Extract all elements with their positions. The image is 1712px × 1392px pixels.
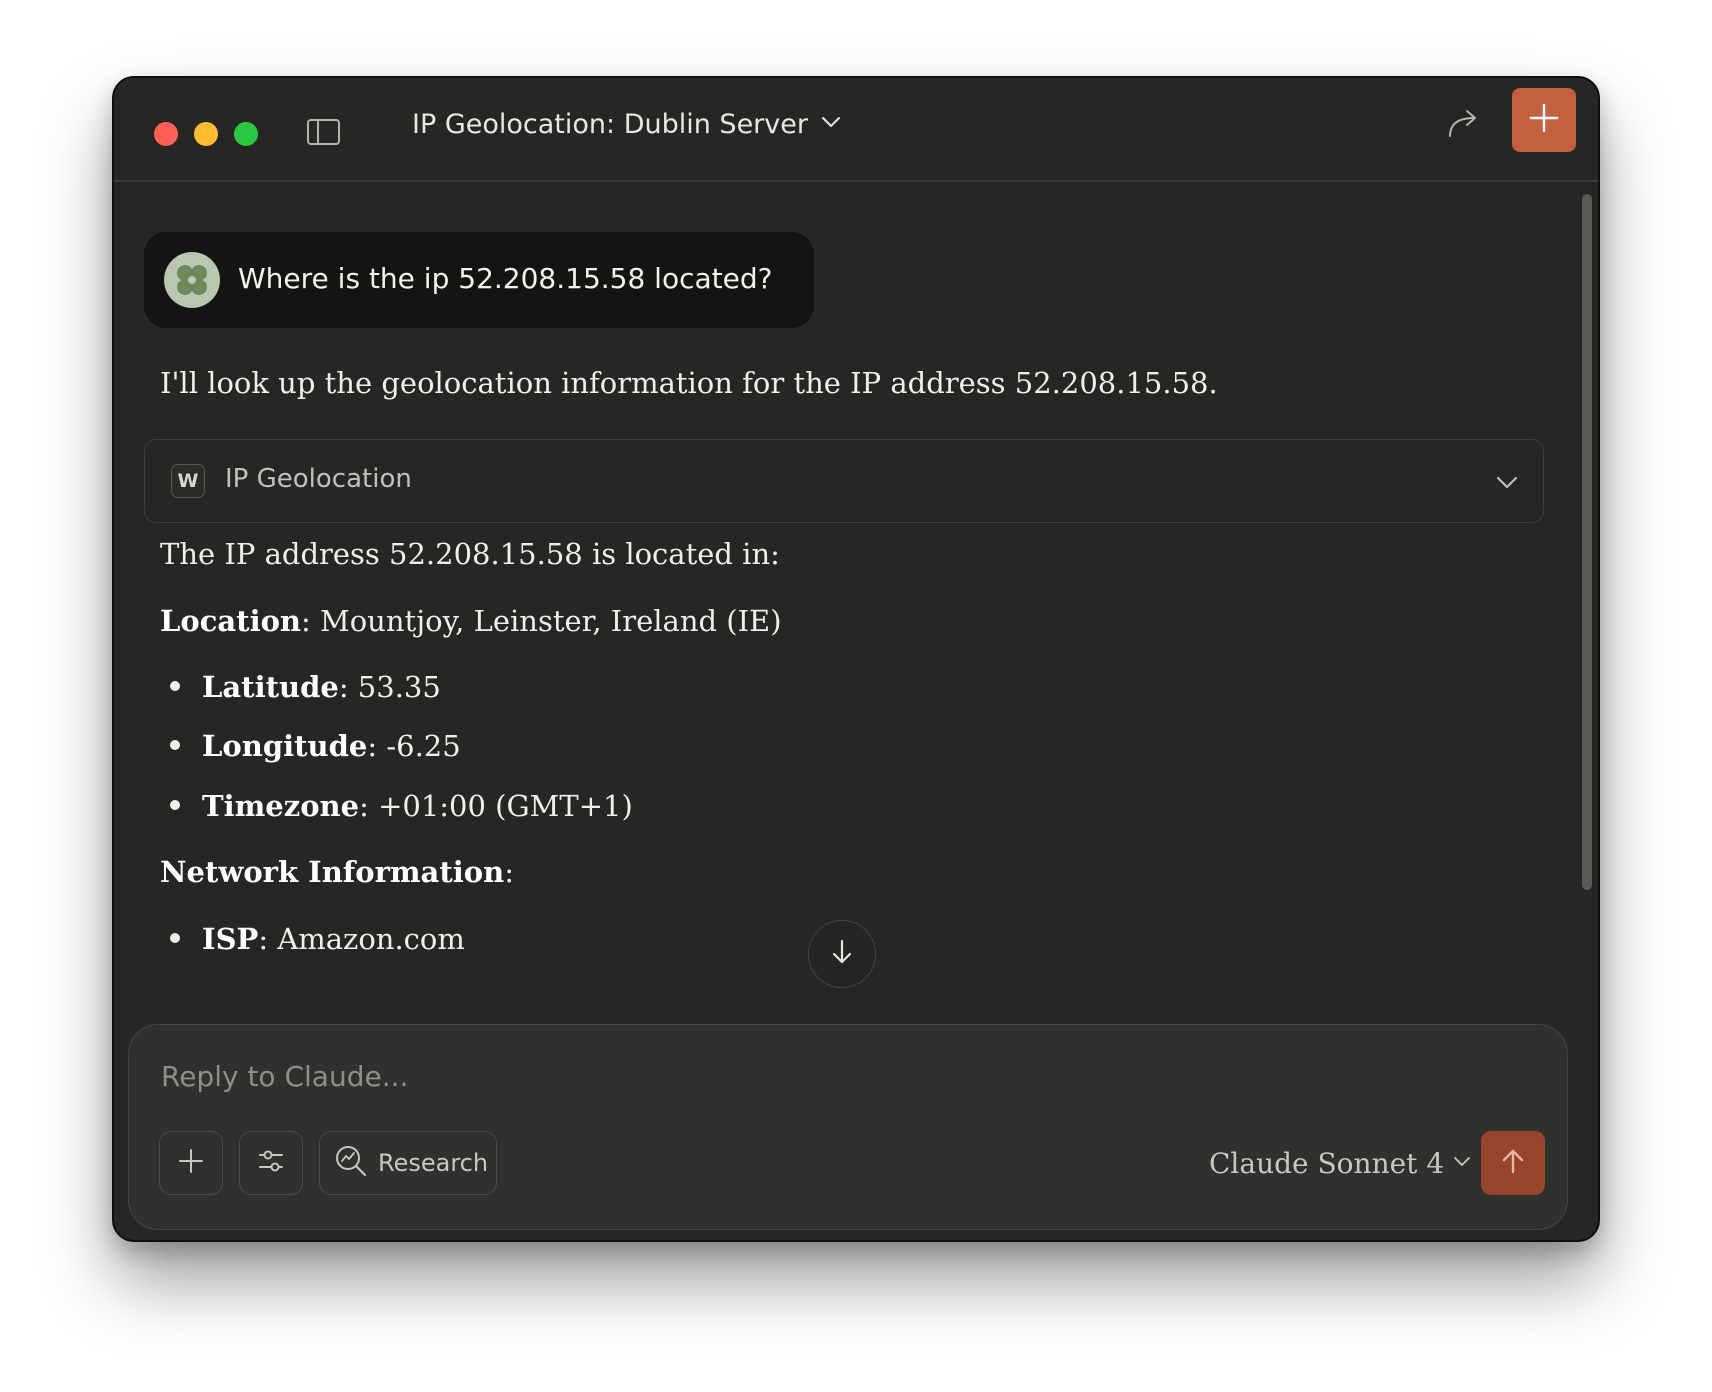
longitude-label: Longitude: [202, 729, 368, 763]
share-icon[interactable]: [1444, 102, 1484, 142]
list-item: Timezone: +01:00 (GMT+1): [170, 789, 633, 823]
isp-value: : Amazon.com: [258, 922, 465, 956]
arrow-up-icon: [1499, 1147, 1527, 1179]
list-item: ISP: Amazon.com: [170, 922, 465, 956]
list-item: Longitude: -6.25: [170, 729, 461, 763]
longitude-value: : -6.25: [367, 729, 461, 763]
scrollbar[interactable]: [1582, 194, 1592, 890]
chevron-down-icon: [1452, 1151, 1472, 1175]
network-heading-suffix: :: [504, 855, 514, 889]
research-icon: [334, 1144, 368, 1182]
app-window: IP Geolocation: Dublin Server Where is t…: [112, 76, 1600, 1242]
location-value: : Mountjoy, Leinster, Ireland (IE): [301, 604, 782, 638]
chevron-down-icon[interactable]: [1493, 468, 1521, 496]
zoom-window-button[interactable]: [234, 122, 258, 146]
location-label: Location: [160, 604, 302, 638]
send-button[interactable]: [1481, 1131, 1545, 1195]
latitude-value: : 53.35: [338, 670, 441, 704]
latitude-label: Latitude: [202, 670, 339, 704]
avatar: [164, 252, 220, 308]
list-item: Latitude: 53.35: [170, 670, 441, 704]
scroll-to-bottom-button[interactable]: [808, 920, 876, 988]
tool-badge: W: [171, 464, 205, 498]
add-attachment-button[interactable]: [159, 1131, 223, 1195]
timezone-label: Timezone: [202, 789, 360, 823]
composer: Research Claude Sonnet 4: [128, 1024, 1568, 1230]
model-name: Claude Sonnet 4: [1209, 1146, 1445, 1180]
sidebar-toggle-icon[interactable]: [306, 118, 342, 146]
research-button[interactable]: Research: [319, 1131, 497, 1195]
tool-call-card[interactable]: W IP Geolocation: [144, 439, 1544, 523]
tool-name: IP Geolocation: [225, 464, 412, 494]
location-line: Location: Mountjoy, Leinster, Ireland (I…: [160, 604, 782, 638]
bullet-icon: [170, 740, 180, 750]
research-label: Research: [378, 1149, 489, 1177]
bullet-icon: [170, 681, 180, 691]
timezone-value: : +01:00 (GMT+1): [359, 789, 633, 823]
plus-icon: [178, 1148, 204, 1178]
user-message-text: Where is the ip 52.208.15.58 located?: [238, 262, 773, 295]
chevron-down-icon: [820, 111, 842, 137]
tools-button[interactable]: [239, 1131, 303, 1195]
sliders-icon: [257, 1147, 285, 1179]
network-heading-label: Network Information: [160, 855, 505, 889]
arrow-down-icon: [828, 938, 856, 970]
conversation-title: IP Geolocation: Dublin Server: [412, 108, 808, 140]
model-selector[interactable]: Claude Sonnet 4: [1209, 1143, 1472, 1183]
title-bar: IP Geolocation: Dublin Server: [114, 78, 1598, 182]
conversation-title-dropdown[interactable]: IP Geolocation: Dublin Server: [412, 100, 842, 148]
reply-input[interactable]: [159, 1053, 1463, 1099]
close-window-button[interactable]: [154, 122, 178, 146]
plus-icon: [1528, 102, 1560, 138]
minimize-window-button[interactable]: [194, 122, 218, 146]
assistant-intro-text: I'll look up the geolocation information…: [160, 366, 1218, 400]
network-heading: Network Information:: [160, 855, 514, 889]
isp-label: ISP: [202, 922, 259, 956]
bullet-icon: [170, 933, 180, 943]
answer-summary: The IP address 52.208.15.58 is located i…: [160, 537, 780, 571]
new-chat-button[interactable]: [1512, 88, 1576, 152]
bullet-icon: [170, 800, 180, 810]
user-message: Where is the ip 52.208.15.58 located?: [144, 232, 814, 328]
